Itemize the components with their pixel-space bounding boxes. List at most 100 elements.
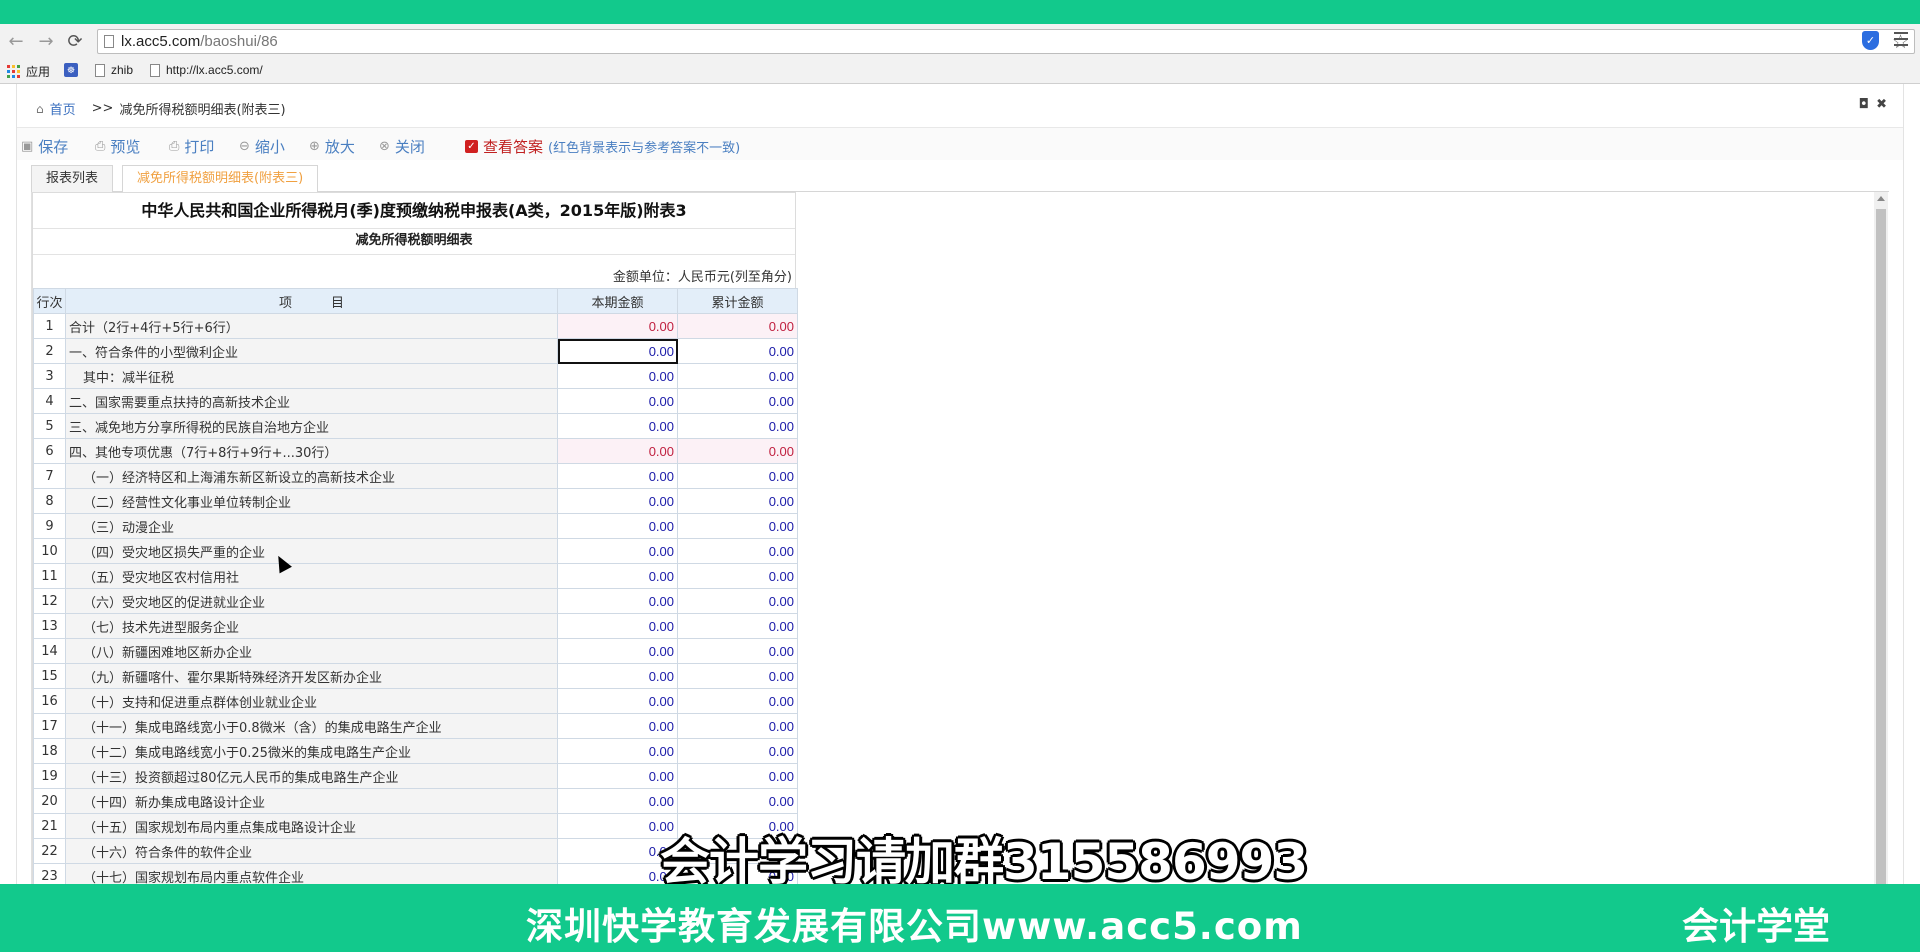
- current-amount-cell[interactable]: 0.00: [557, 563, 678, 589]
- current-amount-cell[interactable]: 0.00: [557, 588, 678, 614]
- row-number: 3: [33, 363, 66, 389]
- table-row: 18 （十二）集成电路线宽小于0.25微米的集成电路生产企业 0.00 0.00: [33, 738, 798, 764]
- zoom-out-button[interactable]: ⊖ 缩小: [239, 136, 285, 157]
- row-item-label: （一）经济特区和上海浦东新区新设立的高新技术企业: [65, 463, 558, 489]
- plus-circle-icon: ⊕: [309, 139, 320, 154]
- restore-icon[interactable]: ◘: [1859, 97, 1869, 112]
- cumulative-amount-cell[interactable]: 0.00: [677, 713, 798, 739]
- cumulative-amount-cell[interactable]: 0.00: [677, 688, 798, 714]
- header-item: 项 目: [65, 288, 558, 314]
- print-button[interactable]: ⎙ 打印: [169, 136, 214, 157]
- paw-icon: ☸: [64, 63, 78, 77]
- vertical-scrollbar[interactable]: [1874, 192, 1888, 884]
- top-green-stripe: [0, 0, 1920, 24]
- scroll-up-arrow-icon[interactable]: [1877, 196, 1885, 201]
- cumulative-amount-cell[interactable]: 0.00: [677, 563, 798, 589]
- cumulative-amount-cell[interactable]: 0.00: [677, 413, 798, 439]
- cumulative-amount-cell[interactable]: 0.00: [677, 763, 798, 789]
- breadcrumb-current: 减免所得税额明细表(附表三): [119, 103, 286, 118]
- current-amount-cell[interactable]: 0.00: [557, 738, 678, 764]
- cumulative-amount-cell[interactable]: 0.00: [677, 363, 798, 389]
- current-amount-cell[interactable]: 0.00: [557, 763, 678, 789]
- current-amount-cell[interactable]: 0.00: [557, 488, 678, 514]
- zoom-in-button[interactable]: ⊕ 放大: [309, 136, 355, 157]
- table-header-row: 行次 项 目 本期金额 累计金额: [33, 288, 798, 314]
- cumulative-amount-cell[interactable]: 0.00: [677, 588, 798, 614]
- cumulative-amount-cell[interactable]: 0.00: [677, 538, 798, 564]
- bookmark-apps[interactable]: 应用: [7, 63, 50, 80]
- bookmark-paw[interactable]: ☸: [64, 63, 78, 77]
- cumulative-amount-cell[interactable]: 0.00: [677, 663, 798, 689]
- row-number: 8: [33, 488, 66, 514]
- scrollbar-thumb[interactable]: [1876, 209, 1886, 884]
- print-icon: ⎙: [169, 139, 180, 154]
- row-number: 14: [33, 638, 66, 664]
- row-item-label: （十二）集成电路线宽小于0.25微米的集成电路生产企业: [65, 738, 558, 764]
- current-amount-cell[interactable]: 0.00: [557, 463, 678, 489]
- row-number: 12: [33, 588, 66, 614]
- cumulative-amount-cell[interactable]: 0.00: [677, 463, 798, 489]
- preview-button[interactable]: ⎙ 预览: [95, 136, 140, 157]
- table-row: 14 （八）新疆困难地区新办企业 0.00 0.00: [33, 638, 798, 664]
- current-amount-cell[interactable]: 0.00: [557, 638, 678, 664]
- close-icon[interactable]: ✖: [1876, 97, 1887, 112]
- table-row: 12 （六）受灾地区的促进就业企业 0.00 0.00: [33, 588, 798, 614]
- current-amount-cell[interactable]: 0.00: [557, 788, 678, 814]
- current-amount-cell[interactable]: 0.00: [557, 513, 678, 539]
- row-number: 2: [33, 338, 66, 364]
- header-cumulative-amount: 累计金额: [677, 288, 798, 314]
- cumulative-amount-cell[interactable]: 0.00: [677, 613, 798, 639]
- current-amount-cell[interactable]: 0.00: [557, 613, 678, 639]
- current-amount-cell[interactable]: 0.00: [557, 363, 678, 389]
- current-amount-cell[interactable]: 0.00: [557, 338, 678, 364]
- row-item-label: （十三）投资额超过80亿元人民币的集成电路生产企业: [65, 763, 558, 789]
- tab-report-list[interactable]: 报表列表: [31, 165, 114, 192]
- table-row: 16 （十）支持和促进重点群体创业就业企业 0.00 0.00: [33, 688, 798, 714]
- table-row: 9 （三）动漫企业 0.00 0.00: [33, 513, 798, 539]
- page-icon: [150, 63, 160, 77]
- cumulative-amount-cell[interactable]: 0.00: [677, 488, 798, 514]
- browser-menu-icon[interactable]: [1894, 32, 1908, 50]
- current-amount-cell[interactable]: 0.00: [557, 688, 678, 714]
- company-text: 深圳快学教育发展有限公司www.acc5.com: [526, 905, 1303, 948]
- row-item-label: （四）受灾地区损失严重的企业: [65, 538, 558, 564]
- row-number: 21: [33, 813, 66, 839]
- report-title: 中华人民共和国企业所得税月(季)度预缴纳税申报表(A类，2015年版)附表3: [33, 193, 795, 229]
- current-amount-cell[interactable]: 0.00: [557, 713, 678, 739]
- row-item-label: （十七）国家规划布局内重点软件企业: [65, 863, 558, 884]
- checkbox-checked-icon: ✓: [465, 140, 478, 153]
- table-row: 19 （十三）投资额超过80亿元人民币的集成电路生产企业 0.00 0.00: [33, 763, 798, 789]
- bookmark-acc5[interactable]: http://lx.acc5.com/: [150, 63, 263, 77]
- cumulative-amount-cell[interactable]: 0.00: [677, 638, 798, 664]
- row-item-label: （二）经营性文化事业单位转制企业: [65, 488, 558, 514]
- extension-shield-icon[interactable]: ✓: [1862, 31, 1879, 50]
- view-answer-toggle[interactable]: ✓ 查看答案 (红色背景表示与参考答案不一致): [465, 136, 740, 157]
- address-bar[interactable]: lx.acc5.com/baoshui/86 ☆: [97, 29, 1915, 54]
- reload-icon[interactable]: ⟳: [64, 31, 86, 53]
- current-amount-cell[interactable]: 0.00: [557, 663, 678, 689]
- table-row: 15 （九）新疆喀什、霍尔果斯特殊经济开发区新办企业 0.00 0.00: [33, 663, 798, 689]
- current-amount-cell[interactable]: 0.00: [557, 538, 678, 564]
- row-item-label: 其中：减半征税: [65, 363, 558, 389]
- cumulative-amount-cell[interactable]: 0.00: [677, 513, 798, 539]
- row-item-label: （十六）符合条件的软件企业: [65, 838, 558, 864]
- back-arrow-icon[interactable]: ←: [5, 31, 27, 53]
- breadcrumb-home-link[interactable]: 首页: [50, 99, 76, 118]
- page-icon: [104, 35, 114, 48]
- bookmark-zhib[interactable]: zhib: [95, 63, 133, 77]
- cumulative-amount-cell[interactable]: 0.00: [677, 338, 798, 364]
- cumulative-amount-cell[interactable]: 0.00: [677, 738, 798, 764]
- save-button[interactable]: ▣ 保存: [21, 136, 68, 157]
- row-number: 13: [33, 613, 66, 639]
- row-item-label: 三、减免地方分享所得税的民族自治地方企业: [65, 413, 558, 439]
- row-number: 11: [33, 563, 66, 589]
- url-text: lx.acc5.com/baoshui/86: [121, 33, 278, 50]
- tab-relief-tax-detail[interactable]: 减免所得税额明细表(附表三): [122, 165, 319, 193]
- cumulative-amount-cell[interactable]: 0.00: [677, 788, 798, 814]
- close-report-button[interactable]: ⊗ 关闭: [379, 136, 425, 157]
- current-amount-cell[interactable]: 0.00: [557, 388, 678, 414]
- current-amount-cell[interactable]: 0.00: [557, 413, 678, 439]
- row-number: 15: [33, 663, 66, 689]
- cumulative-amount-cell[interactable]: 0.00: [677, 388, 798, 414]
- forward-arrow-icon[interactable]: →: [35, 31, 57, 53]
